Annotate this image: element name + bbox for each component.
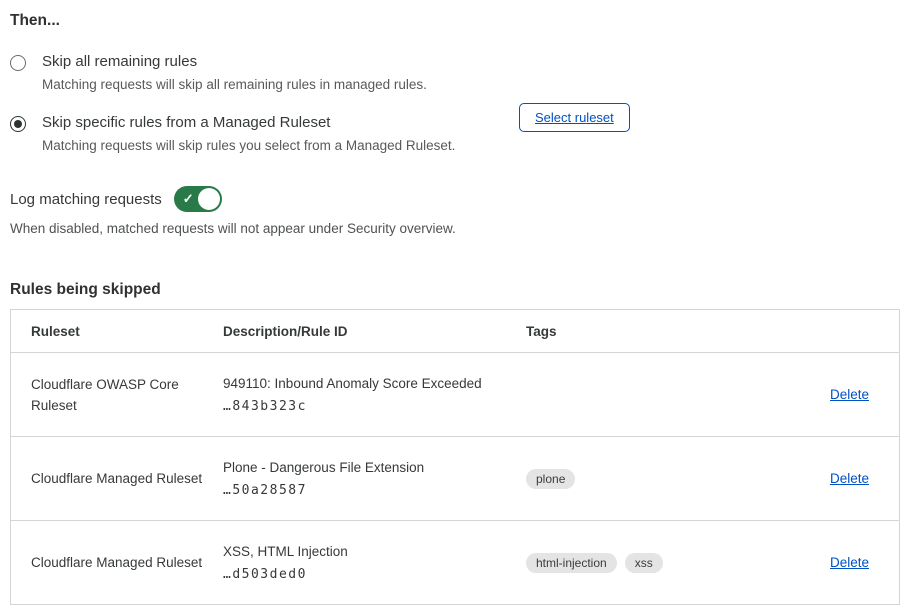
rule-description: Plone - Dangerous File Extension [223, 460, 514, 475]
tag-pill: plone [526, 469, 575, 489]
tags-cell: html-injection xss [526, 553, 795, 573]
column-header-tags: Tags [526, 324, 795, 339]
then-section-title: Then... [0, 0, 911, 30]
rules-table-title: Rules being skipped [10, 281, 911, 299]
rule-id: …50a28587 [223, 483, 514, 498]
option-skip-all-rules: Skip all remaining rules Matching reques… [10, 53, 911, 92]
delete-link[interactable]: Delete [830, 387, 869, 402]
column-header-ruleset: Ruleset [11, 324, 223, 339]
log-toggle-label: Log matching requests [10, 191, 162, 208]
rule-id: …d503ded0 [223, 567, 514, 582]
rules-table-body: Cloudflare OWASP Core Ruleset 949110: In… [11, 352, 899, 604]
delete-link[interactable]: Delete [830, 555, 869, 570]
radio-skip-all-rules[interactable] [10, 55, 26, 71]
option-label[interactable]: Skip specific rules from a Managed Rules… [42, 114, 455, 131]
ruleset-cell: Cloudflare Managed Ruleset [11, 552, 223, 573]
log-matching-requests-row: Log matching requests ✓ [10, 186, 911, 212]
log-toggle-switch[interactable]: ✓ [174, 186, 222, 212]
radio-skip-specific-rules[interactable] [10, 116, 26, 132]
option-label[interactable]: Skip all remaining rules [42, 53, 427, 70]
table-header-row: Ruleset Description/Rule ID Tags [11, 310, 899, 352]
rule-description: XSS, HTML Injection [223, 544, 514, 559]
action-radio-group: Skip all remaining rules Matching reques… [0, 53, 911, 153]
option-skip-specific-rules: Skip specific rules from a Managed Rules… [10, 114, 911, 153]
option-description: Matching requests will skip all remainin… [42, 77, 427, 92]
rules-being-skipped-table: Ruleset Description/Rule ID Tags Cloudfl… [10, 309, 900, 605]
rule-id: …843b323c [223, 399, 514, 414]
toggle-knob [198, 188, 220, 210]
tag-pill: xss [625, 553, 663, 573]
table-row: Cloudflare Managed Ruleset XSS, HTML Inj… [11, 520, 899, 604]
column-header-description: Description/Rule ID [223, 324, 526, 339]
table-row: Cloudflare Managed Ruleset Plone - Dange… [11, 436, 899, 520]
table-row: Cloudflare OWASP Core Ruleset 949110: In… [11, 352, 899, 436]
option-description: Matching requests will skip rules you se… [42, 138, 455, 153]
tag-pill: html-injection [526, 553, 617, 573]
ruleset-cell: Cloudflare OWASP Core Ruleset [11, 374, 223, 416]
log-toggle-description: When disabled, matched requests will not… [10, 221, 911, 236]
waf-rule-config-page: Then... Skip all remaining rules Matchin… [0, 0, 911, 614]
delete-link[interactable]: Delete [830, 471, 869, 486]
check-icon: ✓ [183, 191, 194, 207]
ruleset-cell: Cloudflare Managed Ruleset [11, 468, 223, 489]
tags-cell: plone [526, 469, 795, 489]
rule-description: 949110: Inbound Anomaly Score Exceeded [223, 376, 514, 391]
select-ruleset-button[interactable]: Select ruleset [519, 103, 630, 132]
